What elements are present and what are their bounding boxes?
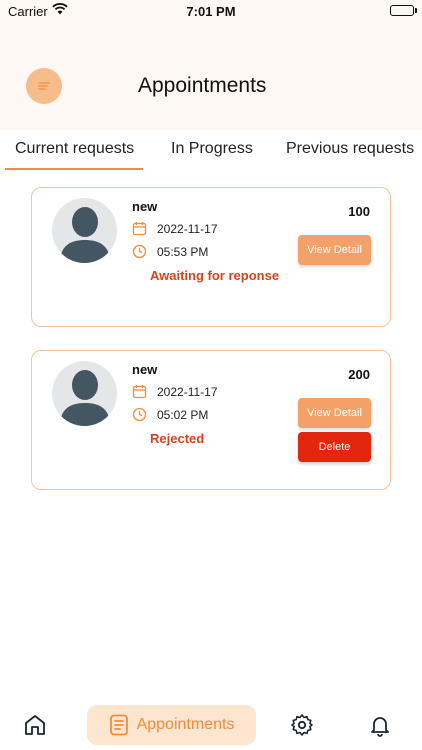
status-text: Rejected [150,431,205,446]
person-icon [60,207,110,263]
appointment-card: new 2022-11-17 05:02 PM Rejected 200 Vie… [31,350,391,490]
bottom-nav: Appointments [0,700,422,750]
tab-previous-requests[interactable]: Previous requests [286,140,414,158]
tab-in-progress[interactable]: In Progress [171,140,253,158]
bell-icon [371,717,389,737]
time-row: 05:53 PM [132,244,208,259]
nav-notifications[interactable] [365,705,395,745]
person-icon [60,370,110,426]
document-icon [109,714,128,736]
nav-appointments-label: Appointments [136,716,235,733]
status-text: Awaiting for reponse [150,268,280,283]
calendar-icon [132,222,147,236]
active-tab-indicator [5,168,143,170]
menu-button[interactable] [26,68,62,104]
avatar [52,198,117,263]
appointment-date: 2022-11-17 [157,221,218,236]
date-row: 2022-11-17 [132,221,218,236]
status-bar: Carrier 7:01 PM [0,0,422,22]
battery-icon [390,5,417,16]
view-detail-button[interactable]: View Detail [298,235,371,265]
home-icon [25,715,45,735]
tab-bar: Current requests In Progress Previous re… [0,130,422,172]
delete-button[interactable]: Delete [298,432,371,462]
clock-icon [132,407,147,422]
clock: 7:01 PM [186,4,236,19]
page-title: Appointments [138,74,267,97]
appointment-date: 2022-11-17 [157,384,218,399]
appointment-card: new 2022-11-17 05:53 PM Awaiting for rep… [31,187,391,327]
tab-current-requests[interactable]: Current requests [15,140,134,158]
view-detail-button[interactable]: View Detail [298,398,371,428]
time-row: 05:02 PM [132,407,208,422]
date-row: 2022-11-17 [132,384,218,399]
clock-icon [132,244,147,259]
gear-icon [291,714,313,736]
appointment-name: new [132,199,158,214]
appointment-time: 05:53 PM [157,244,209,259]
nav-settings[interactable] [287,705,317,745]
nav-appointments[interactable]: Appointments [87,705,256,745]
price: 100 [348,204,370,219]
nav-home[interactable] [20,705,50,745]
menu-icon [38,82,50,90]
avatar [52,361,117,426]
appointment-name: new [132,362,158,377]
appointment-time: 05:02 PM [157,407,209,422]
price: 200 [348,367,370,382]
calendar-icon [132,385,147,399]
